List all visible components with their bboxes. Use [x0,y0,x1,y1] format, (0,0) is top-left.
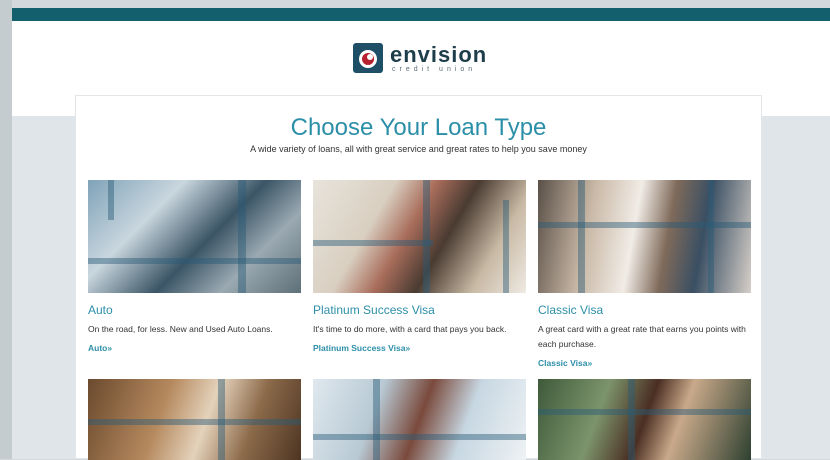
loan-title[interactable]: Platinum Success Visa [313,303,435,317]
loan-title[interactable]: Classic Visa [538,303,603,317]
row2-photo-1[interactable] [88,379,301,460]
auto-photo[interactable] [88,180,301,293]
classic-visa-photo[interactable] [538,180,751,293]
brand-name: envision [390,42,488,67]
window-frame [0,0,12,459]
loan-link-label[interactable]: Auto [88,343,107,353]
auto-link[interactable]: Auto» [88,343,112,353]
chevron-right-icon: » [587,358,593,368]
platinum-visa-link[interactable]: Platinum Success Visa» [313,343,410,353]
loan-description: It's time to do more, with a card that p… [313,324,507,334]
classic-visa-link[interactable]: Classic Visa» [538,358,592,368]
loan-description: On the road, for less. New and Used Auto… [88,324,273,334]
brand-subtitle: credit union [392,66,477,73]
row2-photo-2[interactable] [313,379,526,460]
platinum-visa-photo[interactable] [313,180,526,293]
page-subtitle: A wide variety of loans, all with great … [250,144,587,154]
chevron-right-icon: » [405,343,411,353]
loan-card: Choose Your Loan Type A wide variety of … [75,95,762,460]
top-accent-bar [12,8,830,21]
loan-description: A great card with a great rate that earn… [538,324,746,349]
loan-tile-auto: Auto On the road, for less. New and Used… [88,180,301,353]
loan-tile-classic-visa: Classic Visa A great card with a great r… [538,180,751,368]
chevron-right-icon: » [107,343,113,353]
loan-tile-row2-2 [313,379,526,460]
loan-tile-platinum-visa: Platinum Success Visa It's time to do mo… [313,180,526,353]
page-title: Choose Your Loan Type [290,114,547,141]
loan-tile-row2-1 [88,379,301,460]
envision-logo[interactable]: envision credit union [352,42,492,78]
loan-link-label[interactable]: Classic Visa [538,358,587,368]
loan-tile-row2-3 [538,379,751,460]
row2-photo-3[interactable] [538,379,751,460]
loan-title[interactable]: Auto [88,303,113,317]
loan-link-label[interactable]: Platinum Success Visa [313,343,405,353]
logo-mark-icon [353,43,383,73]
